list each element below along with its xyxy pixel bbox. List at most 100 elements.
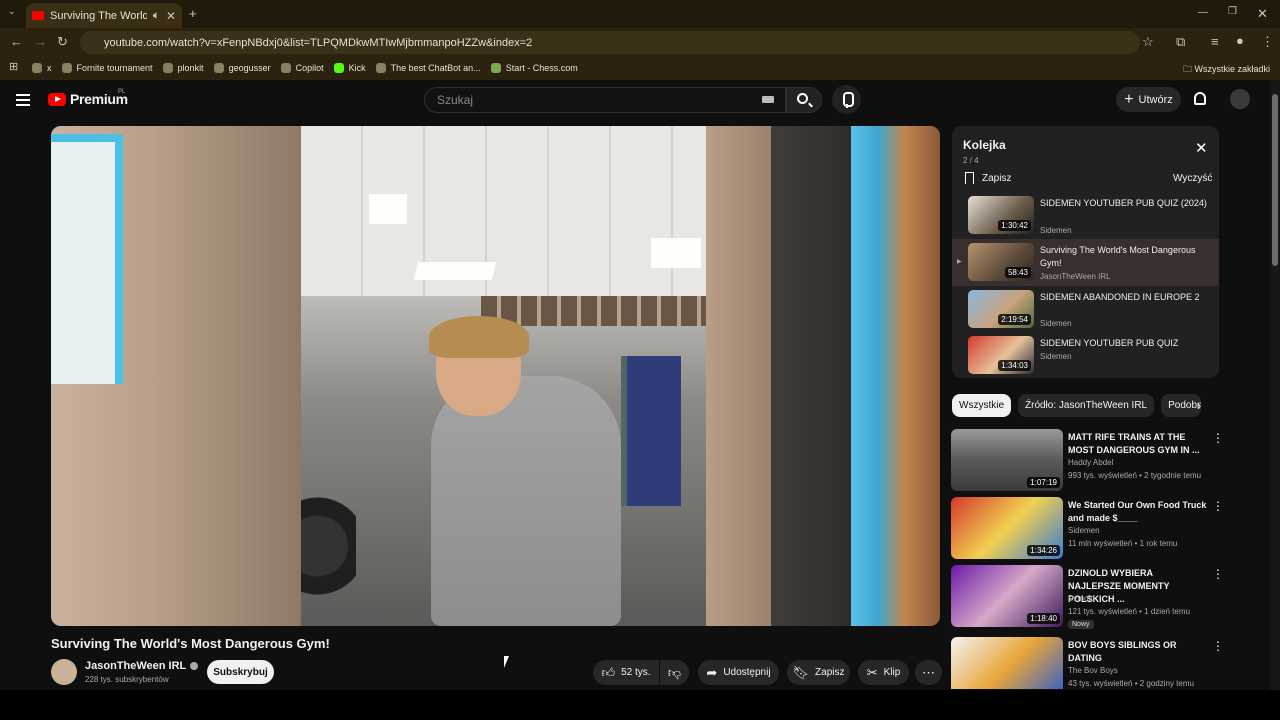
- dislike-button[interactable]: 👎︎: [660, 660, 689, 685]
- queue-save-button[interactable]: Zapisz: [965, 172, 1011, 184]
- search-input[interactable]: Szukaj: [424, 87, 786, 113]
- apps-icon[interactable]: ⊞: [9, 62, 18, 73]
- share-button[interactable]: ➦ Udostępnij: [698, 660, 779, 685]
- bookmark-x[interactable]: x: [32, 63, 52, 73]
- recommendation-stats: 11 mln wyświetleń • 1 rok temu: [1068, 539, 1178, 548]
- clip-label: Klip: [883, 667, 901, 678]
- voice-search-button[interactable]: [832, 85, 861, 114]
- address-bar[interactable]: youtube.com/watch?v=xFenpNBdxj0&list=TLP…: [80, 31, 1140, 54]
- save-button[interactable]: 🔖︎ Zapisz: [787, 660, 850, 685]
- more-vertical-icon[interactable]: ⋮: [1212, 499, 1224, 513]
- recommendation-item[interactable]: 1:18:40 DZINOLD WYBIERA NAJLEPSZE MOMENT…: [951, 565, 1224, 629]
- logo-country: PL: [118, 89, 126, 95]
- like-count: 52 tys.: [621, 667, 651, 678]
- chip-source[interactable]: Źródło: JasonTheWeen IRL: [1018, 394, 1155, 417]
- chevron-right-icon[interactable]: ›: [1197, 398, 1201, 413]
- recommendation-stats: 993 tys. wyświetleń • 2 tygodnie temu: [1068, 471, 1202, 480]
- window-close-icon[interactable]: ✕: [1257, 7, 1268, 20]
- queue-item-channel: Sidemen: [1040, 226, 1072, 235]
- more-vertical-icon[interactable]: ⋮: [1212, 639, 1221, 653]
- channel-name[interactable]: JasonTheWeen IRL: [85, 660, 199, 672]
- all-bookmarks[interactable]: 🗀︎ Wszystkie zakładki: [1183, 62, 1270, 78]
- video-player[interactable]: [51, 126, 940, 626]
- pin-icon: [213, 63, 224, 73]
- subscribe-button[interactable]: Subskrybuj: [207, 660, 274, 684]
- bookmark-copilot[interactable]: Copilot: [280, 63, 324, 73]
- tab-search-icon[interactable]: ⌄: [8, 7, 16, 16]
- tab-strip: ⌄ Surviving The World's Most 🔈︎ ✕ + — ❐ …: [0, 0, 1280, 28]
- video-title: Surviving The World's Most Dangerous Gym…: [51, 636, 330, 651]
- duration-badge: 1:34:03: [998, 360, 1031, 371]
- chip-related[interactable]: Podobne: [1161, 394, 1202, 417]
- search-button[interactable]: [786, 87, 822, 113]
- new-tab-icon[interactable]: +: [189, 7, 197, 20]
- video-frame-edge: [851, 126, 940, 626]
- recommendation-item[interactable]: BOV BOYS SIBLINGS OR DATING The Bov Boys…: [951, 637, 1221, 689]
- more-vertical-icon[interactable]: ⋮: [1212, 567, 1224, 581]
- queue-clear-button[interactable]: Wyczyść: [1173, 173, 1212, 184]
- notifications-bell-icon[interactable]: [1194, 92, 1206, 105]
- minimize-icon[interactable]: —: [1198, 8, 1208, 18]
- recommendation-title: BOV BOYS SIBLINGS OR DATING: [1068, 640, 1177, 663]
- youtube-logo[interactable]: Premium: [48, 91, 128, 107]
- bookmark-geogusser[interactable]: geogusser: [213, 63, 271, 73]
- restore-icon[interactable]: ❐: [1228, 7, 1237, 17]
- video-frame-wall: [481, 296, 711, 326]
- queue-item[interactable]: 2:19:54 SIDEMEN ABANDONED IN EUROPE 2 Si…: [952, 286, 1219, 333]
- bookmark-kick[interactable]: Kick: [333, 63, 366, 73]
- more-actions-button[interactable]: ⋯: [915, 660, 942, 685]
- queue-thumbnail: 58:43: [968, 243, 1034, 281]
- queue-item-current[interactable]: ▶ 58:43 Surviving The World's Most Dange…: [952, 239, 1219, 286]
- extensions-icon[interactable]: ⧉: [1176, 35, 1185, 48]
- create-label: Utwórz: [1138, 93, 1173, 106]
- recommendation-item[interactable]: 1:07:19 MATT RIFE TRAINS AT THE MOST DAN…: [951, 429, 1224, 493]
- video-frame-light: [413, 262, 497, 280]
- media-icon[interactable]: ≡: [1211, 35, 1219, 48]
- search-icon: [797, 93, 808, 104]
- browser-menu-icon[interactable]: ⋮: [1261, 35, 1274, 48]
- profile-icon[interactable]: ●: [1236, 34, 1244, 47]
- keyboard-icon[interactable]: [762, 96, 774, 103]
- bookmark-chess[interactable]: Start - Chess.com: [490, 63, 578, 73]
- queue-save-label: Zapisz: [982, 172, 1012, 184]
- queue-item-title: SIDEMEN YOUTUBER PUB QUIZ (2024): [1040, 198, 1207, 208]
- save-label: Zapisz: [815, 667, 845, 678]
- clip-button[interactable]: ✂ Klip: [858, 660, 909, 685]
- bookmark-fornite[interactable]: Fornite tournament: [61, 63, 153, 73]
- chip-all[interactable]: Wszystkie: [952, 394, 1011, 417]
- queue-item-channel: Sidemen: [1040, 352, 1072, 361]
- tab-title: Surviving The World's Most: [50, 9, 147, 22]
- tab-close-icon[interactable]: ✕: [166, 9, 176, 23]
- queue-item[interactable]: 1:34:03 SIDEMEN YOUTUBER PUB QUIZ Sideme…: [952, 332, 1219, 379]
- close-icon[interactable]: ✕: [1195, 141, 1208, 156]
- reload-icon[interactable]: ↻: [57, 35, 68, 48]
- back-icon[interactable]: ←: [10, 35, 23, 48]
- bookmark-star-icon[interactable]: ☆: [1142, 35, 1154, 48]
- page-scrollbar[interactable]: [1270, 80, 1280, 690]
- copilot-icon: [280, 63, 291, 73]
- recommendation-stats: 121 tys. wyświetleń • 1 dzień temu: [1068, 607, 1190, 616]
- browser-tab[interactable]: Surviving The World's Most 🔈︎ ✕: [26, 3, 182, 28]
- channel-avatar[interactable]: [51, 659, 77, 685]
- bookmark-plonkit[interactable]: plonkit: [162, 63, 204, 73]
- menu-icon[interactable]: [16, 94, 30, 106]
- recommendation-thumbnail: 1:18:40: [951, 565, 1063, 627]
- create-button[interactable]: + Utwórz: [1116, 87, 1181, 112]
- queue-count: 2 / 4: [963, 156, 979, 165]
- like-button[interactable]: 👍︎ 52 tys.: [593, 660, 659, 685]
- account-avatar[interactable]: [1230, 89, 1250, 109]
- scrollbar-thumb[interactable]: [1272, 94, 1278, 266]
- queue-item[interactable]: 1:30:42 SIDEMEN YOUTUBER PUB QUIZ (2024)…: [952, 192, 1219, 239]
- duration-badge: 2:19:54: [998, 314, 1031, 325]
- bottom-bar: [0, 690, 1280, 720]
- video-frame-plates: [301, 466, 356, 626]
- recommendation-item[interactable]: 1:34:26 We Started Our Own Food Truck an…: [951, 497, 1224, 561]
- bookmark-chatbot[interactable]: The best ChatBot an...: [375, 63, 481, 73]
- more-vertical-icon[interactable]: ⋮: [1212, 431, 1224, 445]
- plus-icon: +: [1124, 90, 1134, 108]
- folder-icon: 🗀︎: [1182, 64, 1195, 74]
- bookmark-icon: [61, 63, 72, 73]
- video-frame-person: [431, 376, 621, 626]
- forward-icon[interactable]: →: [34, 35, 47, 48]
- speaker-icon[interactable]: 🔈︎: [153, 8, 160, 23]
